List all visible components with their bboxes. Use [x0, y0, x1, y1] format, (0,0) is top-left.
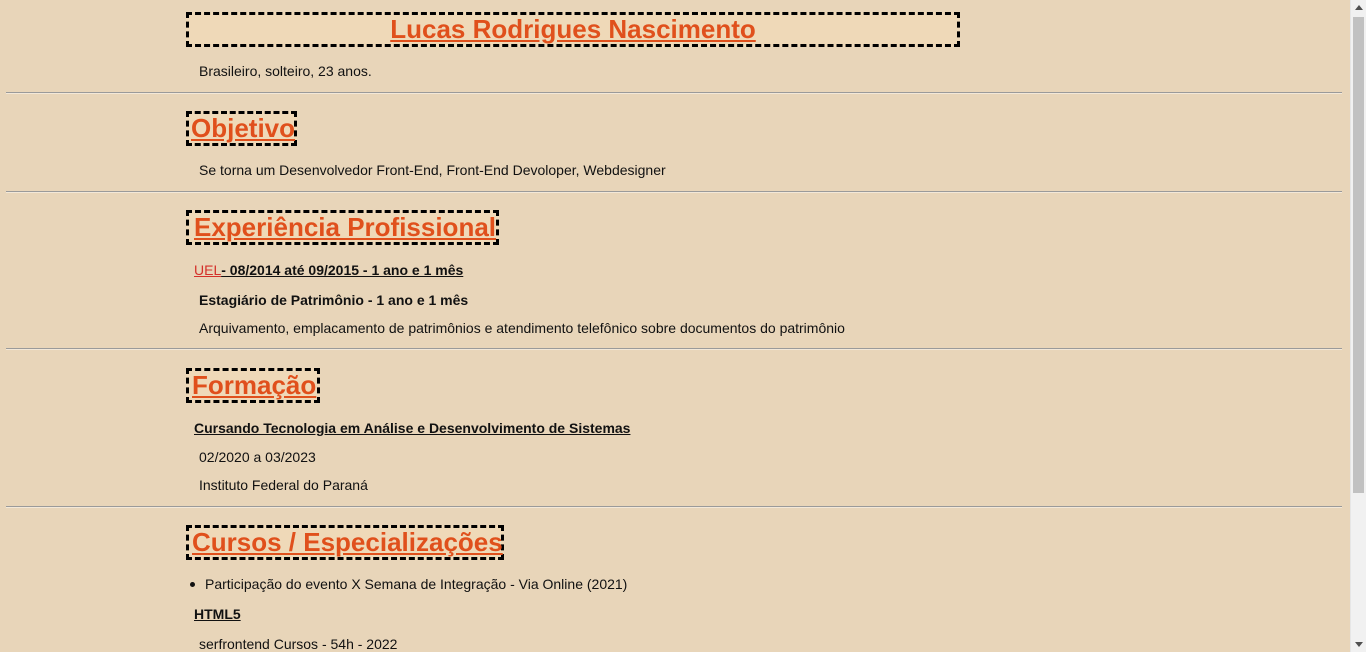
- formacao-institution: Instituto Federal do Paraná: [199, 477, 368, 493]
- divider: [6, 92, 1342, 94]
- resume-page: Lucas Rodrigues Nascimento Brasileiro, s…: [0, 0, 1350, 652]
- formacao-heading-box: Formação: [186, 368, 320, 403]
- divider: [6, 191, 1342, 193]
- experiencia-heading: Experiência Profissional: [194, 212, 497, 242]
- name-heading: Lucas Rodrigues Nascimento: [390, 14, 756, 44]
- html5-title: HTML5: [194, 606, 241, 622]
- vertical-scrollbar[interactable]: [1350, 0, 1366, 652]
- list-item: Participação do evento X Semana de Integ…: [205, 576, 628, 592]
- objetivo-heading: Objetivo: [191, 113, 296, 143]
- scrollbar-thumb[interactable]: [1353, 17, 1364, 493]
- formacao-heading: Formação: [192, 370, 317, 400]
- divider: [6, 506, 1342, 508]
- scroll-up-icon[interactable]: [1355, 5, 1363, 10]
- experiencia-role: Estagiário de Patrimônio - 1 ano e 1 mês: [199, 292, 469, 308]
- scroll-down-icon[interactable]: [1355, 642, 1363, 647]
- divider: [6, 348, 1342, 350]
- experiencia-heading-box: Experiência Profissional: [186, 210, 499, 245]
- experiencia-period-text: - 08/2014 até 09/2015 - 1 ano e 1 mês: [221, 262, 464, 278]
- cursos-heading: Cursos / Especializações: [192, 527, 503, 557]
- formacao-period: 02/2020 a 03/2023: [199, 449, 316, 465]
- personal-info: Brasileiro, solteiro, 23 anos.: [199, 63, 372, 79]
- experiencia-description: Arquivamento, emplacamento de patrimônio…: [199, 320, 845, 336]
- objetivo-text: Se torna um Desenvolvedor Front-End, Fro…: [199, 162, 666, 178]
- list-bullet: [190, 582, 195, 587]
- uel-link[interactable]: UEL: [194, 262, 221, 278]
- objetivo-heading-box: Objetivo: [186, 111, 297, 146]
- experiencia-period: UEL- 08/2014 até 09/2015 - 1 ano e 1 mês: [194, 262, 463, 278]
- name-heading-box: Lucas Rodrigues Nascimento: [186, 12, 960, 47]
- cursos-heading-box: Cursos / Especializações: [186, 525, 504, 560]
- formacao-course: Cursando Tecnologia em Análise e Desenvo…: [194, 420, 631, 436]
- html5-desc: serfrontend Cursos - 54h - 2022: [199, 636, 398, 652]
